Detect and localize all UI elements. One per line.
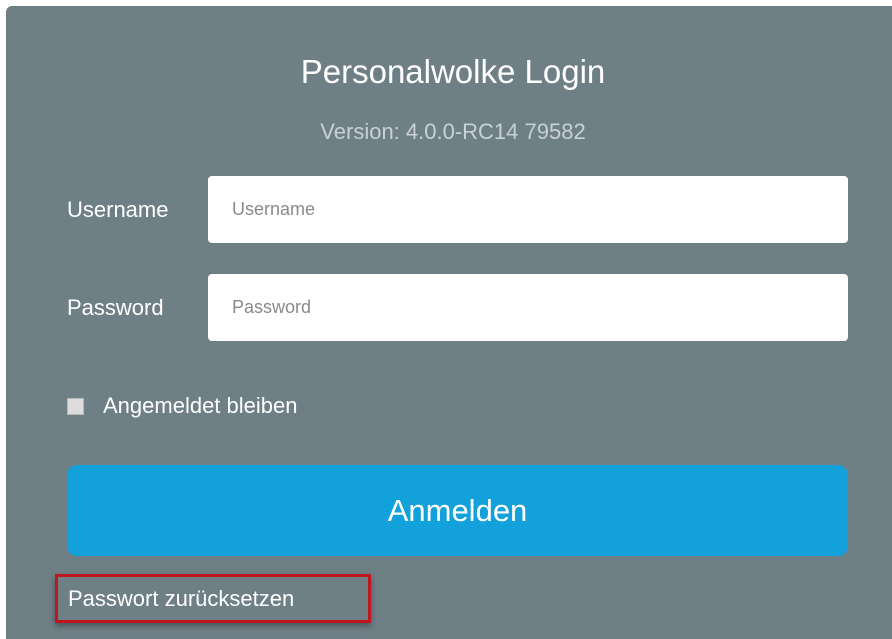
reset-password-link[interactable]: Passwort zurücksetzen xyxy=(55,574,371,623)
login-button[interactable]: Anmelden xyxy=(67,465,848,556)
username-input[interactable] xyxy=(208,176,848,243)
password-label: Password xyxy=(67,295,164,320)
login-title: Personalwolke Login xyxy=(300,53,606,90)
remember-me-toggle[interactable]: Angemeldet bleiben xyxy=(67,392,297,420)
remember-me-checkbox[interactable] xyxy=(67,397,84,415)
username-label: Username xyxy=(67,197,169,222)
version-text: Version: 4.0.0-RC14 79582 xyxy=(320,119,586,144)
password-input[interactable] xyxy=(208,274,848,341)
remember-me-label: Angemeldet bleiben xyxy=(103,393,298,418)
